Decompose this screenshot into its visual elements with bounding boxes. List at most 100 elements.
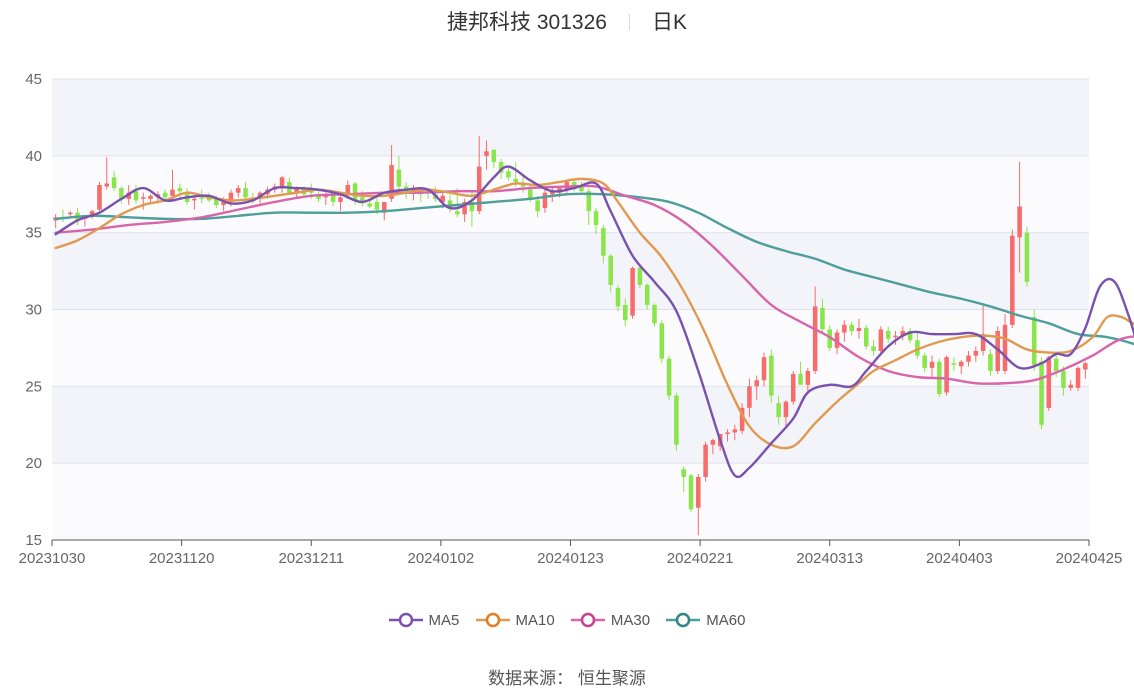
candle <box>630 266 635 319</box>
candle-body <box>725 432 730 434</box>
candle <box>674 392 679 451</box>
legend-item-ma30[interactable]: MA30 <box>570 612 651 629</box>
candle-body <box>761 357 767 381</box>
y-tick-label: 40 <box>25 148 42 165</box>
candle-body <box>148 195 153 199</box>
candle-body <box>235 188 241 193</box>
candle-body <box>732 429 738 433</box>
candle-body <box>783 401 789 418</box>
candle-body <box>973 350 979 356</box>
legend-marker-ma60 <box>666 612 701 628</box>
candle-body <box>769 355 774 396</box>
candle-body <box>944 357 949 393</box>
grid-band <box>52 232 1089 310</box>
candle-body <box>798 374 803 385</box>
candle-body <box>177 188 183 192</box>
candle-body <box>871 346 876 351</box>
candle-body <box>170 189 175 196</box>
candle-body <box>199 197 204 199</box>
candle-body <box>67 212 73 215</box>
candle <box>864 324 869 350</box>
candle-body <box>1053 358 1059 371</box>
candle-body <box>97 185 102 210</box>
candle <box>659 320 665 364</box>
candle-body <box>747 386 752 408</box>
candle-body <box>951 363 957 365</box>
candle-body <box>790 374 796 402</box>
candle-body <box>608 255 613 285</box>
candle-body <box>776 403 781 418</box>
grid-band <box>52 463 1089 540</box>
candle-body <box>805 370 811 385</box>
candle-body <box>688 475 694 510</box>
candle-body <box>929 361 935 368</box>
candle <box>1024 226 1030 287</box>
candle <box>944 355 949 396</box>
candle-body <box>812 306 818 371</box>
candle-body <box>141 197 146 199</box>
candle-body <box>1024 232 1030 282</box>
candle-body <box>104 183 110 187</box>
y-tick-label: 15 <box>25 532 42 549</box>
candle-body <box>192 198 197 201</box>
candle-body <box>513 178 518 182</box>
candle-body <box>966 355 971 362</box>
candle-body <box>1017 206 1022 238</box>
candle-body <box>856 327 862 332</box>
legend-marker-ma10 <box>475 612 510 628</box>
candle-body <box>710 440 716 445</box>
candlestick-chart: 15 20 25 30 35 40 45 20231030 20231120 20231211 20… <box>19 71 1134 567</box>
candle-body <box>1031 317 1037 365</box>
legend-item-ma60[interactable]: MA60 <box>666 612 745 629</box>
candle-body <box>922 355 927 368</box>
legend-marker-ma5 <box>388 612 423 628</box>
legend-label-ma30: MA30 <box>610 612 651 629</box>
candle-body <box>338 197 343 202</box>
candle-body <box>133 191 139 201</box>
legend-marker-ma30 <box>570 612 605 628</box>
candle-body <box>988 354 993 371</box>
candle-body <box>593 211 599 225</box>
candle-body <box>162 192 168 198</box>
candle-body <box>703 444 708 477</box>
legend-label-ma5: MA5 <box>428 612 460 629</box>
legend-item-ma10[interactable]: MA10 <box>475 612 555 629</box>
y-tick-label: 25 <box>25 378 42 395</box>
y-tick-label: 20 <box>25 455 42 472</box>
candle-body <box>542 192 548 209</box>
x-tick-label: 20240221 <box>667 550 734 567</box>
legend-item-ma5[interactable]: MA5 <box>388 612 460 629</box>
candle-body <box>637 268 643 285</box>
grid-band <box>52 309 1089 387</box>
candle <box>97 181 102 212</box>
grid-band <box>52 79 1089 156</box>
candle-body <box>878 329 884 351</box>
candle <box>703 441 708 482</box>
grid-band <box>52 386 1089 464</box>
x-tick-label: 20231120 <box>149 550 215 567</box>
candle-body <box>1010 235 1015 325</box>
x-tick-label: 20240313 <box>796 550 863 567</box>
candle <box>1075 366 1081 391</box>
legend-label-ma60: MA60 <box>706 612 746 629</box>
data-source: 数据来源： 恒生聚源 <box>488 669 646 688</box>
candle-body <box>367 203 372 207</box>
candle <box>652 303 657 327</box>
candle-body <box>696 476 701 508</box>
candle-body <box>864 327 869 347</box>
x-tick-label: 20240425 <box>1056 550 1123 567</box>
candle-body <box>491 149 497 162</box>
candle <box>666 355 672 401</box>
candle <box>769 349 774 404</box>
candle-body <box>1039 361 1044 425</box>
candle-body <box>754 380 759 387</box>
candle-body <box>893 335 898 338</box>
candle-body <box>601 228 606 256</box>
candle <box>1039 357 1044 430</box>
x-tick-label: 20231030 <box>19 550 86 567</box>
candle-body <box>644 284 650 305</box>
candle-body <box>111 177 117 189</box>
candle-body <box>1046 357 1052 408</box>
legend-label-ma10: MA10 <box>515 612 555 629</box>
y-tick-label: 35 <box>25 225 42 242</box>
